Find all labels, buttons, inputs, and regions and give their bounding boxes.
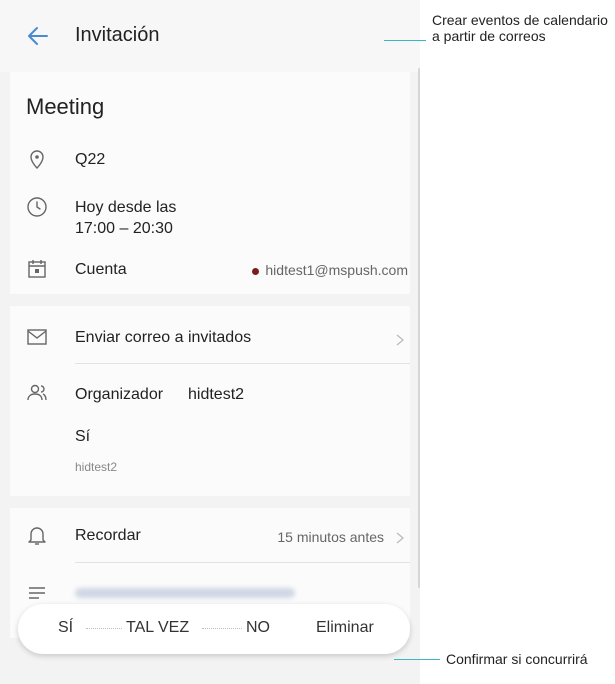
bell-icon	[26, 524, 48, 546]
people-icon	[26, 382, 48, 404]
email-guests-label: Enviar correo a invitados	[75, 329, 252, 346]
account-color-dot	[252, 267, 260, 275]
callout-confirm-attendance: Confirmar si concurrirá	[446, 651, 588, 667]
calendar-icon	[26, 258, 48, 280]
divider	[75, 363, 410, 364]
notes-icon	[26, 582, 48, 604]
organizer-name: hidtest2	[188, 386, 245, 403]
guests-card: Enviar correo a invitados Organizador hi…	[10, 306, 410, 496]
account-email: hidtest1@mspush.com	[265, 262, 408, 278]
dotted-separator	[86, 628, 122, 630]
rsvp-action-bar: SÍ TAL VEZ NO Eliminar	[18, 604, 410, 654]
chevron-right-icon	[394, 531, 406, 544]
divider	[75, 562, 410, 563]
page-title: Invitación	[75, 24, 160, 46]
callout-line-bottom	[394, 659, 440, 660]
event-title: Meeting	[26, 94, 105, 119]
chevron-right-icon	[394, 333, 406, 346]
rsvp-maybe-button[interactable]: TAL VEZ	[126, 619, 189, 637]
callout-line-top	[384, 40, 426, 41]
location-text: Q22	[75, 151, 106, 168]
time-text-line1: Hoy desde las	[75, 199, 177, 216]
scrollbar[interactable]	[418, 68, 420, 588]
back-arrow-icon[interactable]	[26, 24, 50, 48]
mail-icon	[26, 326, 48, 348]
dotted-separator	[202, 628, 242, 630]
response-status: Sí	[75, 428, 91, 445]
app-bar: Invitación	[0, 0, 420, 72]
blurred-notes-line1	[75, 588, 295, 598]
clock-icon	[26, 196, 48, 218]
account-value: hidtest1@mspush.com	[252, 262, 408, 278]
phone-screen: Invitación Meeting Q22 Hoy desde las 17:…	[0, 0, 420, 684]
reminder-row[interactable]: Recordar 15 minutos antes	[10, 522, 410, 550]
callout-create-events: Crear eventos de calendario a partir de …	[432, 12, 608, 44]
location-pin-icon	[26, 148, 48, 170]
account-label: Cuenta	[75, 261, 127, 278]
email-guests-row[interactable]: Enviar correo a invitados	[10, 324, 410, 352]
delete-button[interactable]: Eliminar	[316, 619, 374, 637]
time-text-line2: 17:00 – 20:30	[75, 220, 173, 237]
event-details-card: Meeting Q22 Hoy desde las 17:00 – 20:30 …	[10, 72, 410, 294]
rsvp-yes-button[interactable]: SÍ	[58, 619, 73, 637]
reminder-value: 15 minutos antes	[277, 529, 384, 545]
response-user: hidtest2	[75, 460, 118, 474]
organizer-label: Organizador	[75, 386, 164, 403]
reminder-label: Recordar	[75, 527, 141, 544]
rsvp-no-button[interactable]: NO	[246, 619, 270, 637]
